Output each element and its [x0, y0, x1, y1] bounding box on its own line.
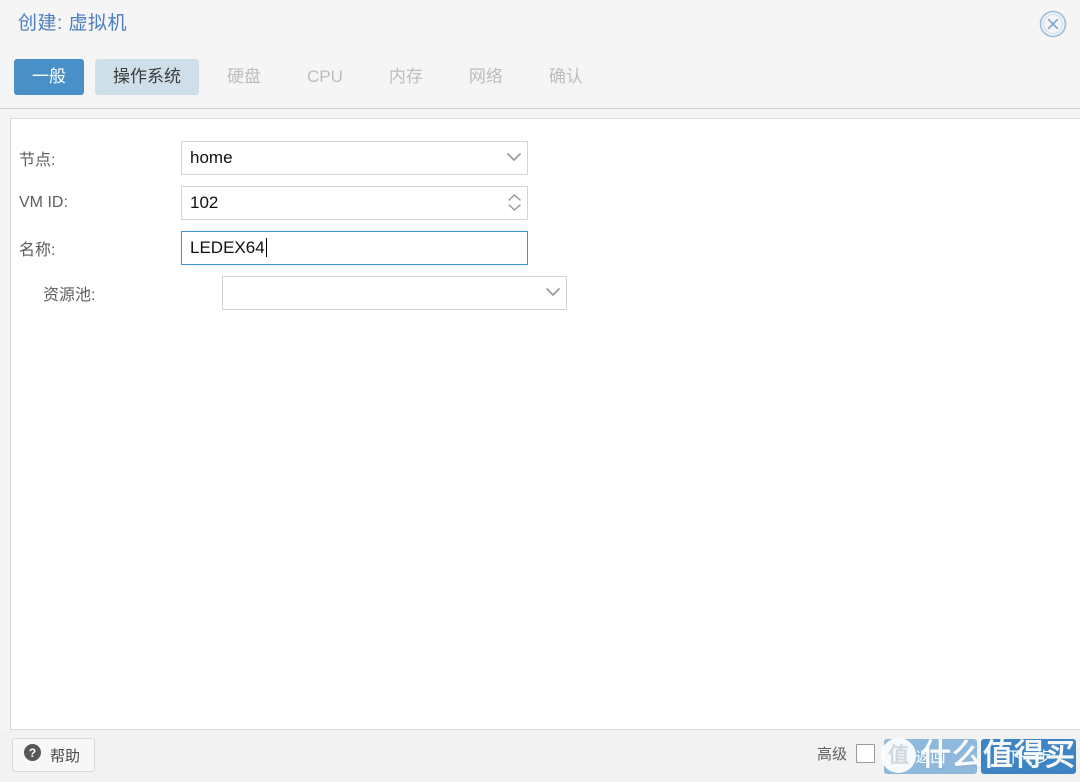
help-button[interactable]: ? 帮助 — [12, 738, 95, 772]
spinner-updown-icon[interactable] — [501, 187, 527, 219]
back-button[interactable]: 返回 — [884, 739, 977, 774]
general-form: 节点: home VM ID: 102 — [11, 119, 1080, 315]
question-circle-icon: ? — [23, 743, 42, 767]
name-value-wrap: LEDEX64 — [182, 238, 527, 258]
vmid-label: VM ID: — [11, 194, 181, 212]
dialog-header: 创建: 虚拟机 一般 操作系统 硬盘 CPU 内存 网络 确认 — [0, 0, 1080, 109]
form-row-node: 节点: home — [11, 135, 1080, 180]
close-icon[interactable] — [1038, 9, 1068, 39]
wizard-tabs: 一般 操作系统 硬盘 CPU 内存 网络 确认 — [14, 59, 601, 95]
text-caret — [266, 238, 267, 257]
name-input[interactable]: LEDEX64 — [181, 231, 528, 265]
vmid-value: 102 — [182, 193, 501, 213]
next-button[interactable]: 下一步 — [981, 739, 1076, 774]
chevron-down-icon[interactable] — [501, 142, 527, 174]
form-row-pool: 资源池: — [11, 270, 1080, 315]
tab-memory[interactable]: 内存 — [371, 59, 441, 95]
svg-text:?: ? — [29, 746, 36, 760]
node-value: home — [182, 148, 501, 168]
chevron-down-icon[interactable] — [540, 277, 566, 309]
create-vm-dialog: 创建: 虚拟机 一般 操作系统 硬盘 CPU 内存 网络 确认 节点: ho — [0, 0, 1080, 782]
tab-network[interactable]: 网络 — [451, 59, 521, 95]
vmid-input[interactable]: 102 — [181, 186, 528, 220]
dialog-title: 创建: 虚拟机 — [18, 8, 127, 35]
advanced-toggle[interactable]: 高级 — [817, 743, 875, 764]
node-select[interactable]: home — [181, 141, 528, 175]
tab-os[interactable]: 操作系统 — [95, 59, 199, 95]
name-value: LEDEX64 — [190, 238, 265, 257]
advanced-checkbox[interactable] — [856, 744, 875, 763]
node-label: 节点: — [11, 146, 181, 170]
form-row-vmid: VM ID: 102 — [11, 180, 1080, 225]
tab-confirm[interactable]: 确认 — [531, 59, 601, 95]
dialog-footer: ? 帮助 高级 返回 下一步 值 什么值得买 — [0, 730, 1080, 782]
name-label: 名称: — [11, 236, 181, 260]
pool-select[interactable] — [222, 276, 567, 310]
tab-disk[interactable]: 硬盘 — [209, 59, 279, 95]
help-button-label: 帮助 — [50, 745, 80, 766]
tab-general[interactable]: 一般 — [14, 59, 84, 95]
tab-cpu[interactable]: CPU — [289, 59, 361, 95]
pool-label: 资源池: — [11, 281, 196, 305]
dialog-body: 节点: home VM ID: 102 — [10, 118, 1080, 730]
advanced-label: 高级 — [817, 743, 847, 764]
form-row-name: 名称: LEDEX64 — [11, 225, 1080, 270]
